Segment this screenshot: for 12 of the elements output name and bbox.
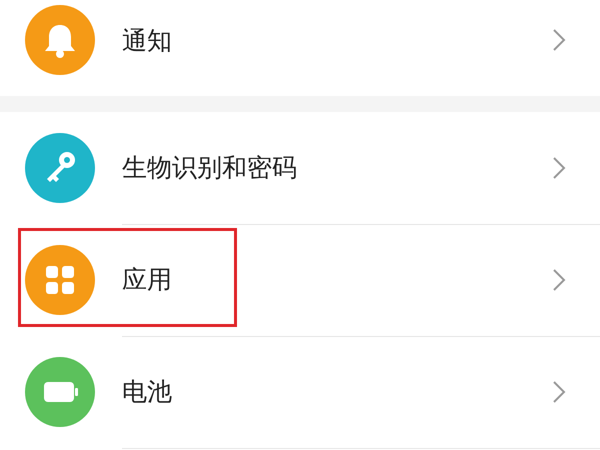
settings-row[interactable]: 应用 xyxy=(0,224,600,336)
settings-row[interactable]: 生物识别和密码 xyxy=(0,112,600,224)
row-label: 电池 xyxy=(122,376,173,408)
row-label: 应用 xyxy=(122,264,173,296)
settings-row[interactable]: 电池 xyxy=(0,336,600,448)
settings-row[interactable]: 通知 xyxy=(0,0,600,96)
chevron-icon xyxy=(552,28,566,52)
chevron-icon xyxy=(552,380,566,404)
row-label: 通知 xyxy=(122,24,173,56)
chevron-icon xyxy=(552,268,566,292)
row-label: 生物识别和密码 xyxy=(122,152,298,184)
chevron-icon xyxy=(552,156,566,180)
